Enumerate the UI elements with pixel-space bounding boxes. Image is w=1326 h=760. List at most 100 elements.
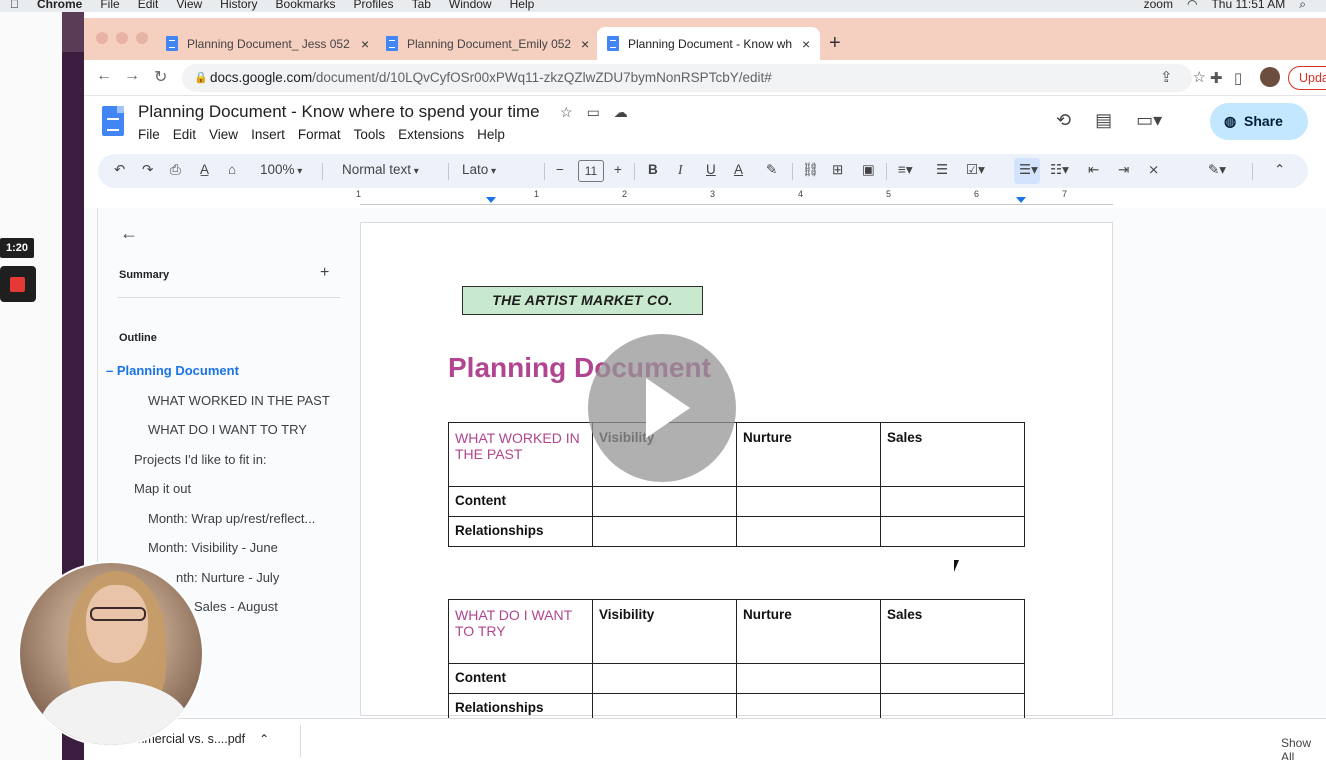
outline-item[interactable]: Map it out <box>134 481 191 496</box>
wifi-icon[interactable]: ◠ <box>1187 0 1197 10</box>
redo-icon[interactable]: ↷ <box>142 162 153 178</box>
increase-indent-icon[interactable]: ⇥ <box>1118 162 1129 178</box>
table-row-header-content[interactable]: Content <box>448 663 593 694</box>
tab-planning-jess[interactable]: Planning Document_ Jess 052 × <box>156 27 379 60</box>
table-row-header-content[interactable]: Content <box>448 486 593 517</box>
insert-link-icon[interactable]: ⛓ <box>802 162 819 178</box>
editing-mode-icon[interactable]: ✎▾ <box>1208 162 1226 178</box>
spellcheck-icon[interactable]: A̲ <box>200 162 209 177</box>
cloud-status-icon[interactable]: ☁ <box>614 104 628 121</box>
reload-icon[interactable]: ↻ <box>154 67 167 87</box>
horizontal-ruler[interactable]: 1 1 2 3 4 5 6 7 <box>356 189 1113 205</box>
table-corner-cell[interactable]: WHAT WORKED IN THE PAST <box>448 422 593 487</box>
back-arrow-icon[interactable]: ← <box>96 67 112 85</box>
share-button[interactable]: ◍ Share <box>1210 103 1308 140</box>
forward-arrow-icon[interactable]: → <box>124 67 140 85</box>
menu-view[interactable]: View <box>176 0 202 10</box>
underline-icon[interactable]: U <box>706 162 716 177</box>
decrease-indent-icon[interactable]: ⇤ <box>1088 162 1099 178</box>
style-select[interactable]: Normal text <box>342 162 419 177</box>
table-cell[interactable] <box>880 663 1025 694</box>
docs-menu-extensions[interactable]: Extensions <box>398 127 464 142</box>
table-cell[interactable] <box>880 486 1025 517</box>
outline-item[interactable]: Month: Visibility - June <box>148 540 278 555</box>
table-header-nurture[interactable]: Nurture <box>736 422 881 487</box>
table-cell[interactable] <box>592 516 737 547</box>
minimize-window-icon[interactable] <box>116 32 128 44</box>
bold-icon[interactable]: B <box>648 162 658 177</box>
star-icon[interactable]: ☆ <box>560 104 573 121</box>
video-play-icon[interactable] <box>588 334 736 482</box>
outline-item[interactable]: WHAT DO I WANT TO TRY <box>148 422 307 437</box>
outline-item[interactable]: Sales - August <box>194 599 278 614</box>
chevron-up-icon[interactable]: ⌃ <box>259 732 269 746</box>
apple-icon[interactable]:  <box>10 0 19 10</box>
font-select[interactable]: Lato <box>462 162 496 177</box>
table-cell[interactable] <box>592 663 737 694</box>
print-icon[interactable]: ⎙ <box>170 162 181 178</box>
spotlight-icon[interactable]: ⌕ <box>1299 0 1306 10</box>
highlight-icon[interactable]: ✎ <box>766 162 777 178</box>
version-history-icon[interactable]: ⟲ <box>1056 110 1071 131</box>
docs-menu-insert[interactable]: Insert <box>251 127 285 142</box>
docs-menu-edit[interactable]: Edit <box>173 127 196 142</box>
tab-close-icon[interactable]: × <box>581 36 589 52</box>
decrease-font-size-icon[interactable]: − <box>556 162 564 177</box>
menu-file[interactable]: File <box>100 0 119 10</box>
checklist-icon[interactable]: ☑▾ <box>966 162 985 178</box>
table-header-sales[interactable]: Sales <box>880 599 1025 664</box>
table-corner-cell[interactable]: WHAT DO I WANT TO TRY <box>448 599 593 664</box>
bookmark-star-icon[interactable]: ☆ <box>1193 68 1206 86</box>
outline-item[interactable]: nth: Nurture - July <box>176 570 279 585</box>
align-left-icon[interactable]: ≡▾ <box>898 162 913 178</box>
google-docs-logo-icon[interactable] <box>102 106 124 136</box>
zoom-select[interactable]: 100% <box>260 162 302 177</box>
menu-tab[interactable]: Tab <box>412 0 431 10</box>
ruler-indent-marker[interactable] <box>486 197 496 203</box>
undo-icon[interactable]: ↶ <box>114 162 125 178</box>
clear-formatting-icon[interactable]: ⨯ <box>1148 162 1159 178</box>
table-row-header-relationships[interactable]: Relationships <box>448 516 593 547</box>
menu-history[interactable]: History <box>220 0 257 10</box>
menu-app-name[interactable]: Chrome <box>37 0 82 10</box>
add-summary-icon[interactable]: + <box>320 264 329 282</box>
table-header-visibility[interactable]: Visibility <box>592 599 737 664</box>
sidepanel-icon[interactable]: ▯ <box>1234 69 1242 87</box>
table-want-to-try[interactable]: WHAT DO I WANT TO TRY Visibility Nurture… <box>448 599 1025 724</box>
close-outline-arrow-icon[interactable]: ← <box>120 223 138 244</box>
table-header-nurture[interactable]: Nurture <box>736 599 881 664</box>
maximize-window-icon[interactable] <box>136 32 148 44</box>
table-header-sales[interactable]: Sales <box>880 422 1025 487</box>
add-comment-icon[interactable]: ⊞ <box>832 162 843 178</box>
update-button[interactable]: Upda <box>1288 66 1326 90</box>
table-worked-past[interactable]: WHAT WORKED IN THE PAST Visibility Nurtu… <box>448 422 1025 547</box>
stop-recording-button[interactable] <box>0 266 36 302</box>
docs-menu-view[interactable]: View <box>209 127 238 142</box>
docs-menu-file[interactable]: File <box>138 127 160 142</box>
ruler-right-margin-marker[interactable] <box>1016 197 1026 203</box>
tab-planning-active[interactable]: Planning Document - Know wh × <box>597 27 821 60</box>
outline-item[interactable]: Projects I'd like to fit in: <box>134 452 267 467</box>
meet-camera-icon[interactable]: ▭▾ <box>1136 110 1162 131</box>
share-page-icon[interactable]: ⇪ <box>1160 68 1173 86</box>
italic-icon[interactable]: I <box>678 162 683 178</box>
move-folder-icon[interactable]: ▭ <box>587 104 600 121</box>
profile-avatar[interactable] <box>1260 67 1280 87</box>
close-window-icon[interactable] <box>96 32 108 44</box>
zoom-status-icon[interactable]: zoom <box>1144 0 1173 10</box>
menu-profiles[interactable]: Profiles <box>354 0 394 10</box>
table-cell[interactable] <box>736 516 881 547</box>
outline-item[interactable]: WHAT WORKED IN THE PAST <box>148 393 330 408</box>
tab-close-icon[interactable]: × <box>361 36 369 52</box>
bulleted-list-icon[interactable]: ☰▾ <box>1019 162 1038 178</box>
tab-close-icon[interactable]: × <box>802 36 810 52</box>
outline-item[interactable]: Month: Wrap up/rest/reflect... <box>148 511 315 526</box>
docs-menu-help[interactable]: Help <box>477 127 505 142</box>
table-cell[interactable] <box>880 516 1025 547</box>
text-color-icon[interactable]: A <box>734 162 743 177</box>
docs-menu-format[interactable]: Format <box>298 127 341 142</box>
extensions-puzzle-icon[interactable]: ✚ <box>1210 69 1223 87</box>
menu-help[interactable]: Help <box>510 0 535 10</box>
show-all-downloads-button[interactable]: Show All <box>1281 736 1326 760</box>
increase-font-size-icon[interactable]: + <box>614 162 622 177</box>
